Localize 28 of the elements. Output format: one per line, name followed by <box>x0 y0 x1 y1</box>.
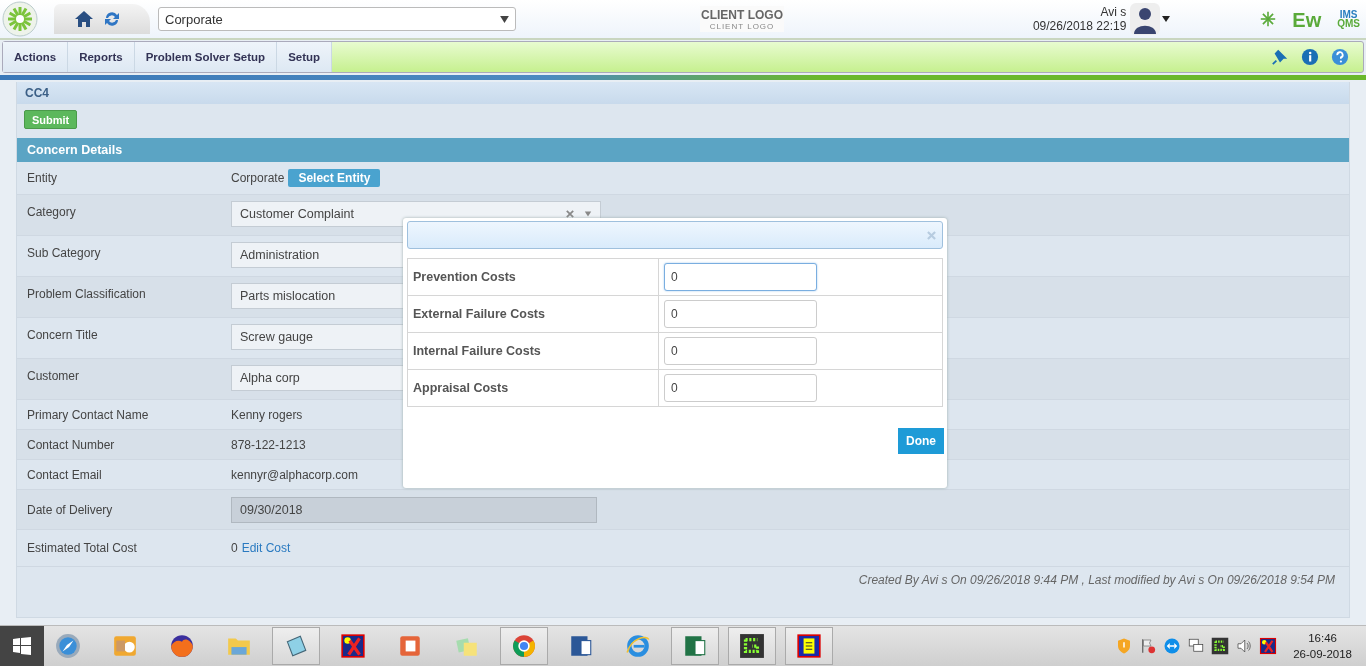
field-label: Sub Category <box>27 246 102 260</box>
date-field: 09/30/2018 <box>231 496 597 523</box>
date-time: 09/26/2018 22:19 <box>1032 19 1127 33</box>
audit-text: Created By Avi s On 09/26/2018 9:44 PM , Last modified by Avi s On 09/26/2018 9:54 PM <box>858 573 1335 587</box>
field-label: Estimated Total Cost <box>27 541 138 555</box>
cost-label: Internal Failure Costs <box>407 332 659 370</box>
field-label: Contact Number <box>27 437 116 452</box>
field-label: Customer <box>27 369 80 383</box>
field-label: Problem Classification <box>27 287 147 301</box>
field-value: 0 <box>231 541 238 555</box>
field-value: 878-122-1213 <box>231 437 306 452</box>
field-label: Concern Title <box>27 328 99 342</box>
field-label: Entity <box>27 171 58 185</box>
field-value: kennyr@alphacorp.com <box>231 467 358 482</box>
section-header: Concern Details <box>17 138 1349 162</box>
brand-logo: Ew IMS QMS <box>1260 6 1360 32</box>
cost-label: Appraisal Costs <box>407 369 659 407</box>
field-value: Kenny rogers <box>231 407 303 422</box>
field-label: Contact Email <box>27 467 103 482</box>
field-label: Date of Delivery <box>27 502 114 517</box>
client-logo: CLIENT LOGO CLIENT LOGO <box>700 6 784 32</box>
field-label: Category <box>27 205 77 219</box>
field-label: Primary Contact Name <box>27 407 150 422</box>
field-value: Corporate <box>231 171 285 185</box>
cost-label: Prevention Costs <box>407 258 659 296</box>
user-name: Avi s <box>1100 5 1127 19</box>
cost-label: External Failure Costs <box>407 295 659 333</box>
page-title: CC4 <box>17 82 1349 104</box>
